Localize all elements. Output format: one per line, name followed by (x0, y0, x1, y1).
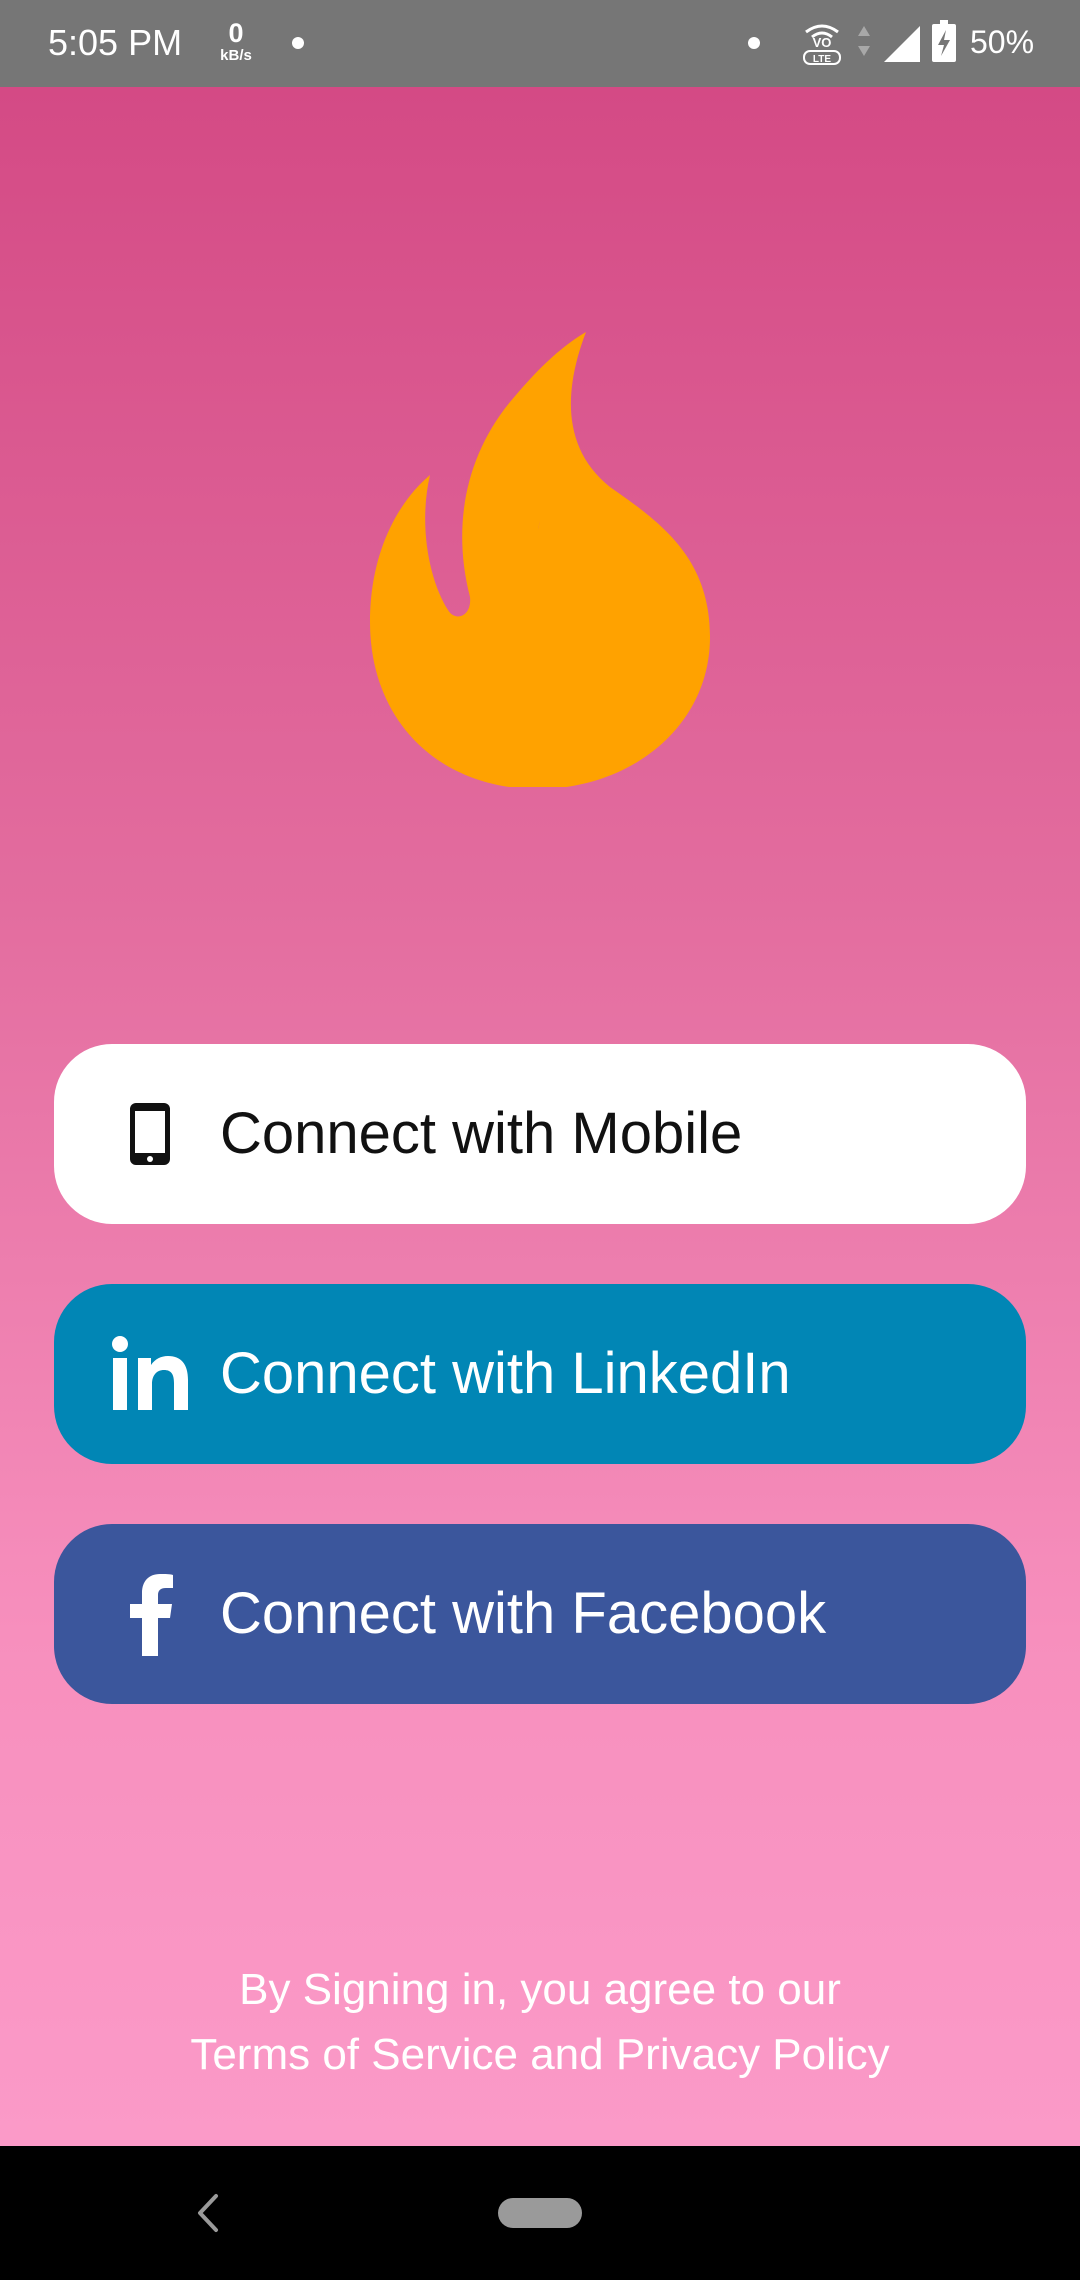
connect-mobile-button[interactable]: Connect with Mobile (54, 1044, 1026, 1224)
status-time: 5:05 PM (48, 22, 183, 63)
flame-logo-icon (370, 332, 710, 787)
status-bar: 5:05 PM 0 kB/s VO LTE 50% (0, 0, 1080, 87)
connect-linkedin-button[interactable]: Connect with LinkedIn (54, 1284, 1026, 1464)
network-speed-unit: kB/s (220, 47, 252, 64)
terms-notice-line1: By Signing in, you agree to our (239, 1965, 841, 2014)
connect-facebook-button[interactable]: Connect with Facebook (54, 1524, 1026, 1704)
battery-percent: 50% (970, 24, 1035, 60)
connect-facebook-label: Connect with Facebook (220, 1581, 827, 1646)
notification-dot-icon (748, 37, 760, 49)
network-speed: 0 kB/s (214, 18, 258, 64)
system-nav-bar (0, 2146, 1080, 2280)
connect-mobile-label: Connect with Mobile (220, 1101, 743, 1166)
back-icon[interactable] (190, 2188, 224, 2238)
network-speed-value: 0 (228, 18, 244, 48)
svg-text:LTE: LTE (813, 54, 831, 65)
terms-notice: By Signing in, you agree to our Terms of… (0, 1957, 1080, 2087)
signal-icon (884, 26, 920, 62)
volte-icon: VO LTE (803, 24, 841, 65)
terms-privacy-link[interactable]: Terms of Service and Privacy Policy (0, 2022, 1080, 2087)
linkedin-icon (110, 1334, 190, 1414)
data-activity-icon (858, 26, 870, 56)
battery-charging-icon (932, 20, 956, 62)
phone-icon (110, 1094, 190, 1174)
svg-text:VO: VO (813, 35, 832, 50)
connect-linkedin-label: Connect with LinkedIn (220, 1341, 791, 1406)
home-pill-icon[interactable] (498, 2198, 582, 2228)
notification-dot-icon (292, 37, 304, 49)
login-screen: Connect with Mobile Connect with LinkedI… (0, 87, 1080, 2146)
facebook-icon (110, 1574, 190, 1656)
